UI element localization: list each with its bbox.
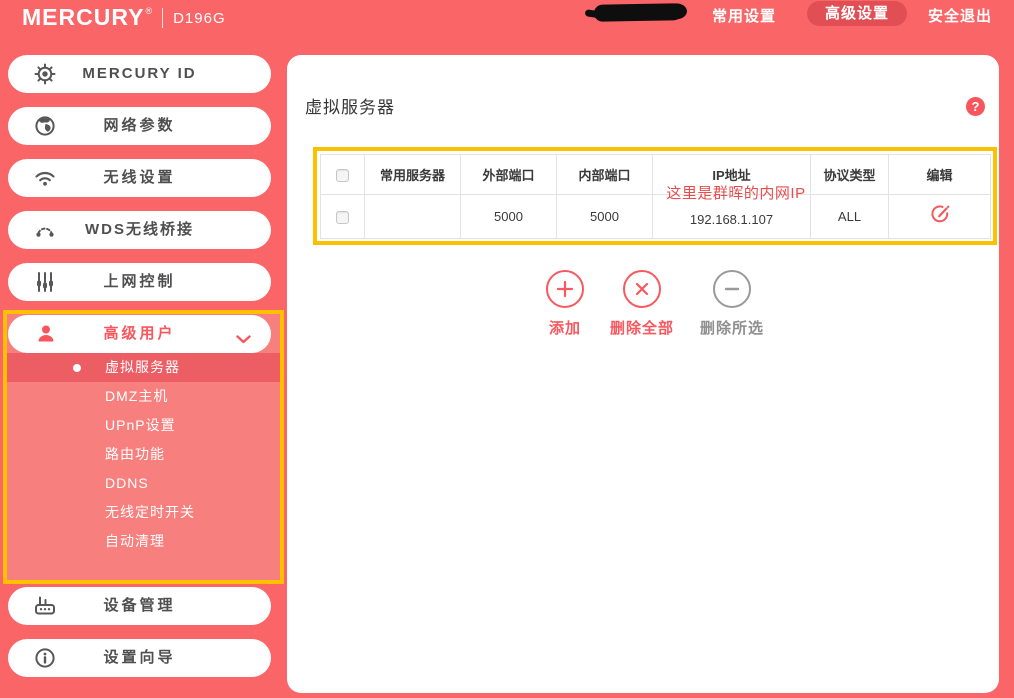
header-checkbox-cell xyxy=(321,155,365,195)
edit-icon[interactable] xyxy=(929,204,951,226)
sidebar-item-setup-wizard[interactable]: 设置向导 xyxy=(8,639,271,677)
help-icon[interactable]: ? xyxy=(966,97,985,116)
sidebar-item-label: 设置向导 xyxy=(8,639,271,677)
sidebar-item-label: 高级用户 xyxy=(8,315,271,353)
submenu-item-label: DDNS xyxy=(105,475,149,491)
nav-advanced-settings[interactable]: 高级设置 xyxy=(807,1,907,26)
submenu-item-virtual-server[interactable]: 虚拟服务器 xyxy=(7,353,280,382)
page-title: 虚拟服务器 xyxy=(305,93,395,118)
plus-icon xyxy=(546,270,584,308)
registered-mark: ® xyxy=(145,6,152,16)
delete-all-button[interactable]: 删除全部 xyxy=(610,270,674,338)
column-header: 内部端口 xyxy=(557,155,653,195)
virtual-server-table-highlight: 这里是群晖的内网IP 常用服务器 外部端口 内部端口 IP地址 协议类型 编辑 … xyxy=(313,147,997,245)
table-actions: 添加 删除全部 删除所选 xyxy=(313,270,997,338)
ip-annotation-text: 这里是群晖的内网IP xyxy=(655,182,817,203)
cross-icon xyxy=(623,270,661,308)
cell-protocol: ALL xyxy=(811,195,889,239)
sidebar-item-label: 网络参数 xyxy=(8,107,271,145)
sidebar-item-wds-bridge[interactable]: WDS无线桥接 xyxy=(8,211,271,249)
sidebar-item-advanced-user[interactable]: 高级用户 xyxy=(8,315,271,353)
minus-icon xyxy=(713,270,751,308)
censored-account-scribble xyxy=(594,3,682,22)
nav-logout[interactable]: 安全退出 xyxy=(928,5,992,26)
sidebar: MERCURY ID 网络参数 无线设置 xyxy=(0,55,287,698)
row-checkbox[interactable] xyxy=(336,211,349,224)
advanced-user-submenu: 虚拟服务器 DMZ主机 UPnP设置 路由功能 DDNS 无线定时开关 自动清理 xyxy=(7,353,280,580)
submenu-item-dmz[interactable]: DMZ主机 xyxy=(7,382,280,411)
add-button[interactable]: 添加 xyxy=(546,270,584,338)
sidebar-item-mercury-id[interactable]: MERCURY ID xyxy=(8,55,271,93)
submenu-item-label: DMZ主机 xyxy=(105,388,168,404)
delete-selected-button-label: 删除所选 xyxy=(700,317,764,338)
submenu-item-ddns[interactable]: DDNS xyxy=(7,469,280,498)
column-header: 编辑 xyxy=(889,155,991,195)
brand-logo: MERCURY ® D196G xyxy=(22,4,226,30)
nav-common-settings[interactable]: 常用设置 xyxy=(712,5,776,26)
cell-edit xyxy=(889,195,991,239)
submenu-item-wifi-schedule[interactable]: 无线定时开关 xyxy=(7,498,280,527)
advanced-user-group-highlight: 高级用户 虚拟服务器 DMZ主机 UPnP设置 路由功能 DDNS xyxy=(3,310,284,584)
cell-service xyxy=(365,195,461,239)
cell-external-port: 5000 xyxy=(461,195,557,239)
sidebar-item-label: WDS无线桥接 xyxy=(8,211,271,249)
select-all-checkbox[interactable] xyxy=(336,169,349,182)
sidebar-item-label: 无线设置 xyxy=(8,159,271,197)
submenu-item-routing[interactable]: 路由功能 xyxy=(7,440,280,469)
row-checkbox-cell xyxy=(321,195,365,239)
submenu-item-auto-clean[interactable]: 自动清理 xyxy=(7,527,280,556)
sidebar-item-label: 设备管理 xyxy=(8,587,271,625)
delete-all-button-label: 删除全部 xyxy=(610,317,674,338)
brand-divider xyxy=(162,8,163,28)
cell-internal-port: 5000 xyxy=(557,195,653,239)
sidebar-item-network-params[interactable]: 网络参数 xyxy=(8,107,271,145)
column-header: 协议类型 xyxy=(811,155,889,195)
column-header: 外部端口 xyxy=(461,155,557,195)
submenu-item-label: UPnP设置 xyxy=(105,417,176,433)
brand-name: MERCURY xyxy=(22,4,144,30)
sidebar-item-parental-control[interactable]: 上网控制 xyxy=(8,263,271,301)
submenu-item-upnp[interactable]: UPnP设置 xyxy=(7,411,280,440)
submenu-item-label: 路由功能 xyxy=(105,446,165,462)
top-header: MERCURY ® D196G 常用设置 高级设置 安全退出 xyxy=(0,0,1014,55)
delete-selected-button[interactable]: 删除所选 xyxy=(700,270,764,338)
chevron-down-icon xyxy=(236,331,251,349)
content-panel: 虚拟服务器 ? 这里是群晖的内网IP 常用服务器 外部端口 内部端口 IP地址 … xyxy=(287,55,999,693)
sidebar-item-wireless-settings[interactable]: 无线设置 xyxy=(8,159,271,197)
sidebar-item-label: MERCURY ID xyxy=(8,55,271,93)
column-header: 常用服务器 xyxy=(365,155,461,195)
submenu-item-label: 虚拟服务器 xyxy=(105,359,180,375)
sidebar-item-device-management[interactable]: 设备管理 xyxy=(8,587,271,625)
submenu-item-label: 自动清理 xyxy=(105,533,165,549)
selected-bullet-icon xyxy=(73,364,81,372)
model-number: D196G xyxy=(173,10,226,27)
add-button-label: 添加 xyxy=(549,317,581,338)
sidebar-item-label: 上网控制 xyxy=(8,263,271,301)
submenu-item-label: 无线定时开关 xyxy=(105,504,195,520)
